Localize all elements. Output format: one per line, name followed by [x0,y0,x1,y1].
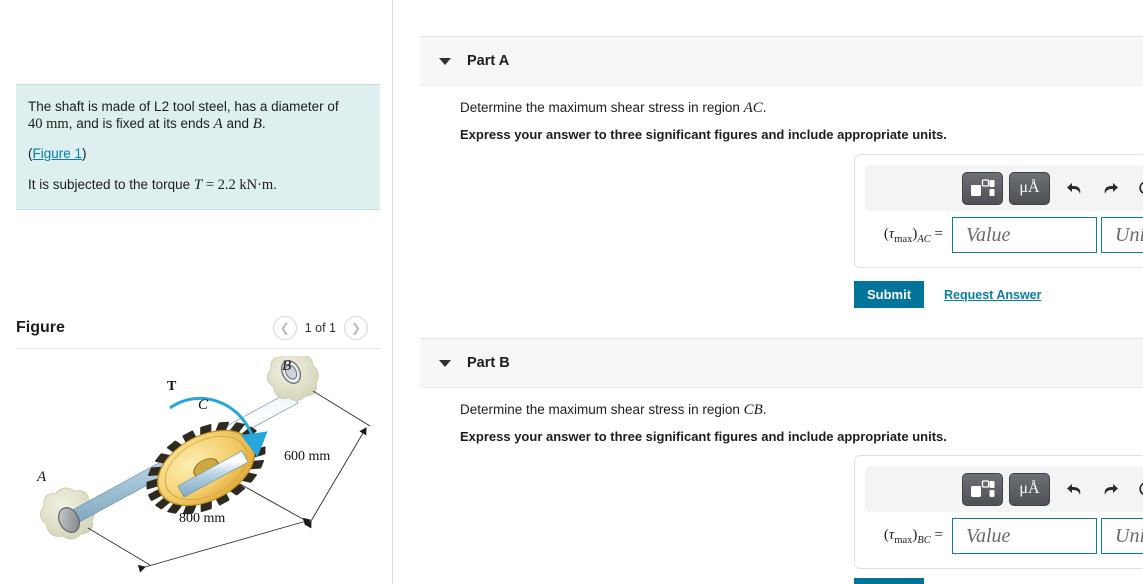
label-T: T [167,379,177,394]
problem-page: The shaft is made of L2 tool steel, has … [0,0,1143,584]
figure-link-line: (Figure 1) [28,146,368,163]
problem-period-2: . [273,176,277,192]
problem-text-part-1: The shaft is made of L2 tool steel, has … [28,99,339,114]
shaft-torsion-diagram: A B C T 800 mm 600 mm [36,356,371,573]
units-icon[interactable]: μÅ [1009,171,1050,205]
problem-end-A: A [213,115,223,132]
figure-prev-button[interactable]: ❮ [272,316,297,340]
part-a-answer-row: (τmax)AC = Value Units [855,211,1143,267]
redo-icon[interactable] [1092,173,1128,203]
part-a-instruction: Express your answer to three significant… [460,127,947,142]
figure-diagram: A B C T 800 mm 600 mm [10,356,392,584]
caret-down-icon[interactable] [439,57,451,65]
undo-icon[interactable] [1056,173,1092,203]
undo-glyph [1066,182,1080,194]
template-icon[interactable] [962,171,1003,205]
dimension-600mm: 600 mm [284,449,330,464]
part-b-answer-box: μÅ (τmax)BC = Value Un [854,455,1143,569]
part-b-label: Part B [467,355,510,371]
figure-header: Figure ❮ 1 of 1 ❯ [16,316,380,346]
figure-1-link[interactable]: Figure 1 [33,146,83,161]
part-b-answer-row: (τmax)BC = Value Units [855,512,1143,568]
part-a-value-input[interactable]: Value [952,217,1097,253]
part-b-region: CB [743,402,763,418]
redo-glyph [1104,182,1118,194]
part-a-submit-button[interactable]: Submit [854,281,924,308]
problem-diameter-value: 40 mm [28,115,69,132]
problem-text-line-3: It is subjected to the torque T = 2.2 kN… [28,177,368,194]
undo-icon[interactable] [1056,474,1092,504]
units-glyph: μÅ [1019,179,1040,196]
figure-divider [16,348,380,349]
units-glyph: μÅ [1019,480,1040,497]
right-pane: Part A Determine the maximum shear stres… [393,0,1143,584]
template-glyph [971,178,995,196]
tau-region-subscript-a: AC [917,233,931,245]
problem-text-part-2: , and is fixed at its ends [68,115,214,131]
chevron-left-icon: ❮ [279,321,290,335]
part-a-label: Part A [467,53,510,69]
part-a-question-suffix: . [762,100,767,115]
dimension-800mm: 800 mm [179,511,225,526]
part-b-value-input[interactable]: Value [952,518,1097,554]
part-b-submit-button[interactable]: Submit [854,578,924,584]
part-b-question: Determine the maximum shear stress in re… [460,402,767,419]
chevron-right-icon: ❯ [350,321,362,335]
redo-icon[interactable] [1092,474,1128,504]
left-pane: The shaft is made of L2 tool steel, has … [0,0,392,584]
tau-max-subscript-b: max [894,534,913,546]
problem-text-and: and [222,115,253,131]
units-icon[interactable]: μÅ [1009,472,1050,506]
problem-end-B: B [252,115,262,132]
part-b-instruction: Express your answer to three significant… [460,429,947,444]
part-a-value-placeholder: Value [966,223,1011,246]
torque-sentence-prefix: It is subjected to the torque [28,176,194,192]
part-a-units-input[interactable]: Units [1101,217,1143,253]
problem-text-line-1: The shaft is made of L2 tool steel, has … [28,99,368,132]
part-a-answer-box: μÅ (τmax)AC = Value Un [854,154,1143,268]
equals-sign-a: = [930,225,943,242]
label-C: C [198,397,209,413]
figure-counter: 1 of 1 [304,321,336,335]
reset-glyph [1138,181,1143,194]
part-a-region: AC [743,100,763,116]
figure-pager: ❮ 1 of 1 ❯ [272,316,368,340]
label-B: B [282,358,291,374]
part-b-value-placeholder: Value [966,524,1011,547]
undo-glyph [1066,483,1080,495]
tau-max-subscript-a: max [894,233,913,245]
caret-down-icon[interactable] [439,359,451,367]
redo-glyph [1104,483,1118,495]
part-b-units-input[interactable]: Units [1101,518,1143,554]
part-b-question-suffix: . [762,402,767,417]
part-a-request-answer-link[interactable]: Request Answer [944,288,1041,302]
part-b-answer-label: (τmax)BC = [883,526,943,546]
reset-icon[interactable] [1128,173,1143,203]
figure-section-title: Figure [16,319,65,336]
torque-value: = 2.2 kN·m [202,176,274,193]
part-b-header[interactable]: Part B [420,338,1143,388]
template-icon[interactable] [962,472,1003,506]
reset-icon[interactable] [1128,474,1143,504]
paren-close: ) [82,146,87,161]
part-a-question: Determine the maximum shear stress in re… [460,100,767,117]
problem-statement-box: The shaft is made of L2 tool steel, has … [16,84,380,210]
equals-sign-b: = [930,526,943,543]
torque-symbol: T [193,176,203,193]
part-a-toolbar: μÅ [865,165,1143,211]
problem-period-1: . [261,115,266,131]
reset-glyph [1138,482,1143,495]
part-a-header[interactable]: Part A [420,36,1143,86]
part-b-question-prefix: Determine the maximum shear stress in re… [460,402,744,417]
part-a-answer-label: (τmax)AC = [883,225,943,245]
part-a-question-prefix: Determine the maximum shear stress in re… [460,100,744,115]
template-glyph [971,479,995,497]
part-b-units-placeholder: Units [1115,524,1143,547]
figure-next-button[interactable]: ❯ [344,316,368,340]
tau-region-subscript-b: BC [917,534,931,546]
label-A: A [36,469,47,485]
part-a-units-placeholder: Units [1115,223,1143,246]
part-b-toolbar: μÅ [865,466,1143,512]
